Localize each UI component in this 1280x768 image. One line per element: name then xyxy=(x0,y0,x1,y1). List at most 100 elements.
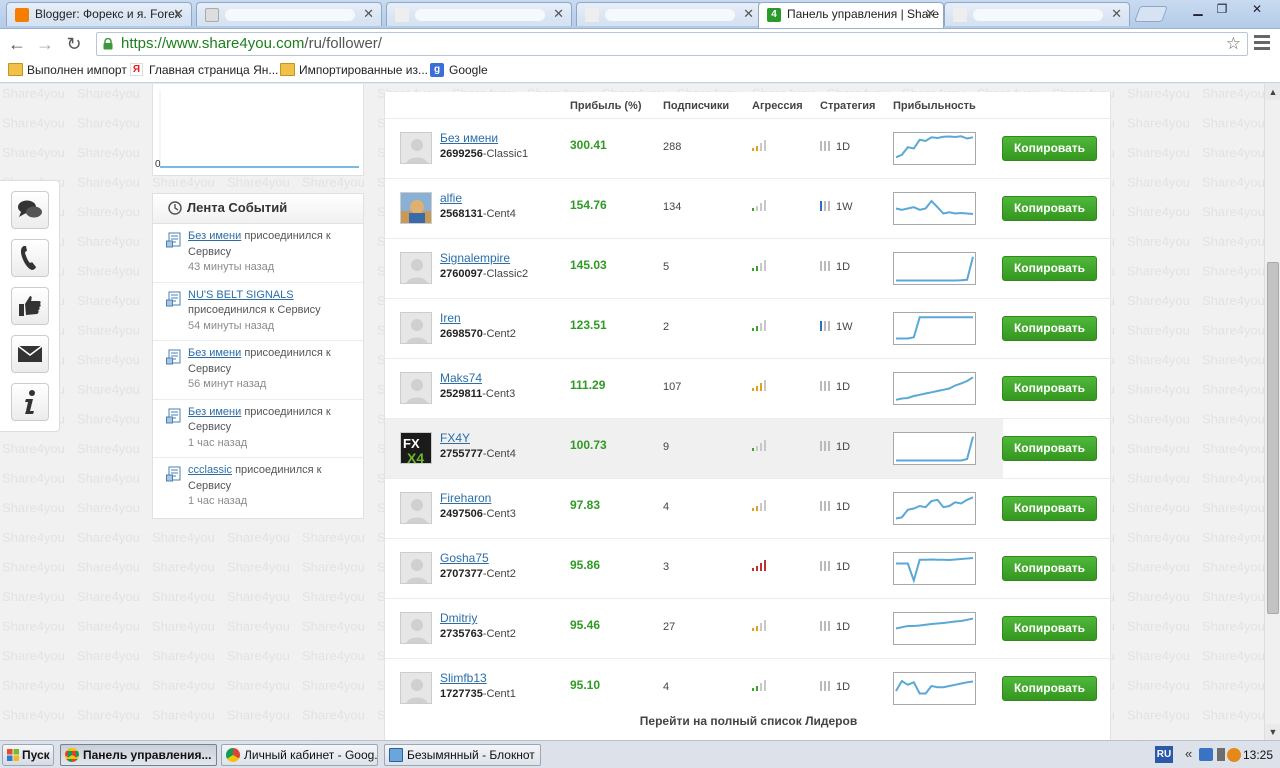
trader-avatar[interactable]: FX X4 xyxy=(400,432,432,464)
trader-name-link[interactable]: FX4Y xyxy=(440,431,470,445)
close-window-icon[interactable]: ✕ xyxy=(1242,1,1272,18)
trader-avatar[interactable] xyxy=(400,372,432,404)
start-button[interactable]: Пуск xyxy=(2,744,54,766)
minimize-icon[interactable]: ▁ xyxy=(1186,1,1210,18)
copy-button[interactable]: Копировать xyxy=(1002,316,1097,341)
trader-name-link[interactable]: Iren xyxy=(440,311,461,325)
taskbar-item-chrome-panel[interactable]: Панель управления... xyxy=(60,744,217,766)
trader-avatar[interactable] xyxy=(400,672,432,704)
copy-button[interactable]: Копировать xyxy=(1002,496,1097,521)
network-icon[interactable] xyxy=(1199,748,1213,761)
trader-avatar[interactable] xyxy=(400,492,432,524)
aggression-bars-icon xyxy=(752,679,770,691)
trader-name-link[interactable]: Maks74 xyxy=(440,371,482,385)
language-indicator[interactable]: RU xyxy=(1155,746,1173,763)
bookmark-star-icon[interactable]: ☆ xyxy=(1226,34,1241,54)
bookmark-yandex[interactable]: Я Главная страница Ян... xyxy=(130,62,278,79)
close-tab-icon[interactable]: ✕ xyxy=(925,3,936,25)
browser-tab-3[interactable]: ✕ xyxy=(386,2,572,26)
maximize-icon[interactable]: ❐ xyxy=(1210,1,1234,18)
trader-avatar[interactable] xyxy=(400,192,432,224)
feed-user-link[interactable]: NU'S BELT SIGNALS xyxy=(188,289,294,301)
browser-tab-2[interactable]: ✕ xyxy=(196,2,382,26)
trader-name-link[interactable]: Signalempire xyxy=(440,251,510,265)
close-tab-icon[interactable]: ✕ xyxy=(173,3,184,25)
windows-logo-icon xyxy=(7,749,19,761)
sparkline-line xyxy=(896,436,974,462)
trader-avatar[interactable] xyxy=(400,132,432,164)
close-tab-icon[interactable]: ✕ xyxy=(743,3,754,25)
trader-name-link[interactable]: Gosha75 xyxy=(440,551,489,565)
copy-button[interactable]: Копировать xyxy=(1002,196,1097,221)
trader-account: 2735763-Cent2 xyxy=(440,628,516,640)
aggression-bar xyxy=(760,503,762,511)
close-tab-icon[interactable]: ✕ xyxy=(363,3,374,25)
close-tab-icon[interactable]: ✕ xyxy=(1111,3,1122,25)
trader-name-link[interactable]: Fireharon xyxy=(440,491,491,505)
column-header-profit[interactable]: Прибыль (%) xyxy=(570,100,642,112)
browser-menu-icon[interactable] xyxy=(1254,35,1270,53)
trader-name-link[interactable]: Dmitriy xyxy=(440,611,477,625)
column-header-subscribers[interactable]: Подписчики xyxy=(663,100,729,112)
column-header-profitability[interactable]: Прибыльность xyxy=(893,100,976,112)
taskbar-item-chrome-cabinet[interactable]: Личный кабинет - Goog... xyxy=(221,744,378,766)
tray-app-icon[interactable] xyxy=(1227,748,1241,762)
system-clock[interactable]: 13:25 xyxy=(1243,748,1273,762)
forward-arrow-icon[interactable]: → xyxy=(34,33,56,55)
taskbar-item-notepad[interactable]: Безымянный - Блокнот xyxy=(384,744,541,766)
page-scrollbar[interactable]: ▲ ▼ xyxy=(1264,84,1280,740)
column-header-aggression[interactable]: Агрессия xyxy=(752,100,803,112)
chart-zero-label: 0 xyxy=(155,159,161,170)
copy-button[interactable]: Копировать xyxy=(1002,676,1097,701)
profit-value: 154.76 xyxy=(570,198,607,212)
bookmark-google[interactable]: g Google xyxy=(430,62,488,79)
scroll-up-icon[interactable]: ▲ xyxy=(1265,84,1280,100)
browser-tab-blogger[interactable]: Blogger: Форекс и я. Forex ✕ xyxy=(6,2,192,26)
feed-user-link[interactable]: Без имени xyxy=(188,230,241,242)
trader-avatar[interactable] xyxy=(400,552,432,584)
browser-tab-4[interactable]: ✕ xyxy=(576,2,762,26)
phone-button[interactable] xyxy=(11,239,49,277)
feed-user-link[interactable]: ccclassic xyxy=(188,464,232,476)
subscribers-count: 107 xyxy=(663,381,682,393)
browser-tab-6[interactable]: ✕ xyxy=(944,2,1130,26)
copy-button[interactable]: Копировать xyxy=(1002,616,1097,641)
browser-tab-share4you[interactable]: 4 Панель управления | Share ✕ xyxy=(758,2,944,28)
trader-avatar[interactable] xyxy=(400,252,432,284)
address-bar[interactable]: https://www.share4you.com/ru/follower/ ☆ xyxy=(96,32,1248,56)
trader-avatar[interactable] xyxy=(400,312,432,344)
email-button[interactable] xyxy=(11,335,49,373)
like-button[interactable] xyxy=(11,287,49,325)
aggression-bar xyxy=(764,440,766,451)
info-button[interactable] xyxy=(11,383,49,421)
trader-name-link[interactable]: Без имени xyxy=(440,131,498,145)
new-tab-button[interactable] xyxy=(1134,6,1168,22)
aggression-bar xyxy=(752,148,754,151)
folder-icon xyxy=(280,63,295,76)
back-arrow-icon[interactable]: ← xyxy=(6,33,28,55)
copy-button[interactable]: Копировать xyxy=(1002,436,1097,461)
bookmark-imported[interactable]: Выполнен импорт xyxy=(8,62,127,79)
bookmark-imported-from[interactable]: Импортированные из... xyxy=(280,62,428,79)
column-header-strategy[interactable]: Стратегия xyxy=(820,100,875,112)
chat-button[interactable] xyxy=(11,191,49,229)
scrollbar-thumb[interactable] xyxy=(1267,262,1279,614)
copy-button[interactable]: Копировать xyxy=(1002,256,1097,281)
close-tab-icon[interactable]: ✕ xyxy=(553,3,564,25)
full-leaders-list-link[interactable]: Перейти на полный список Лидеров xyxy=(385,714,1112,728)
tray-expand-icon[interactable]: « xyxy=(1185,746,1192,761)
feed-user-link[interactable]: Без имени xyxy=(188,406,241,418)
copy-button[interactable]: Копировать xyxy=(1002,556,1097,581)
reload-icon[interactable]: ↻ xyxy=(63,33,85,55)
scroll-down-icon[interactable]: ▼ xyxy=(1265,724,1280,740)
copy-button[interactable]: Копировать xyxy=(1002,376,1097,401)
feed-user-link[interactable]: Без имени xyxy=(188,347,241,359)
trader-name-link[interactable]: Slimfb13 xyxy=(440,671,487,685)
trader-account: 2707377-Cent2 xyxy=(440,568,516,580)
volume-icon[interactable] xyxy=(1217,748,1225,761)
copy-button[interactable]: Копировать xyxy=(1002,136,1097,161)
trader-avatar[interactable] xyxy=(400,612,432,644)
trader-name-link[interactable]: alfie xyxy=(440,191,462,205)
profitability-sparkline xyxy=(893,672,976,705)
sparkline-line xyxy=(895,679,974,695)
